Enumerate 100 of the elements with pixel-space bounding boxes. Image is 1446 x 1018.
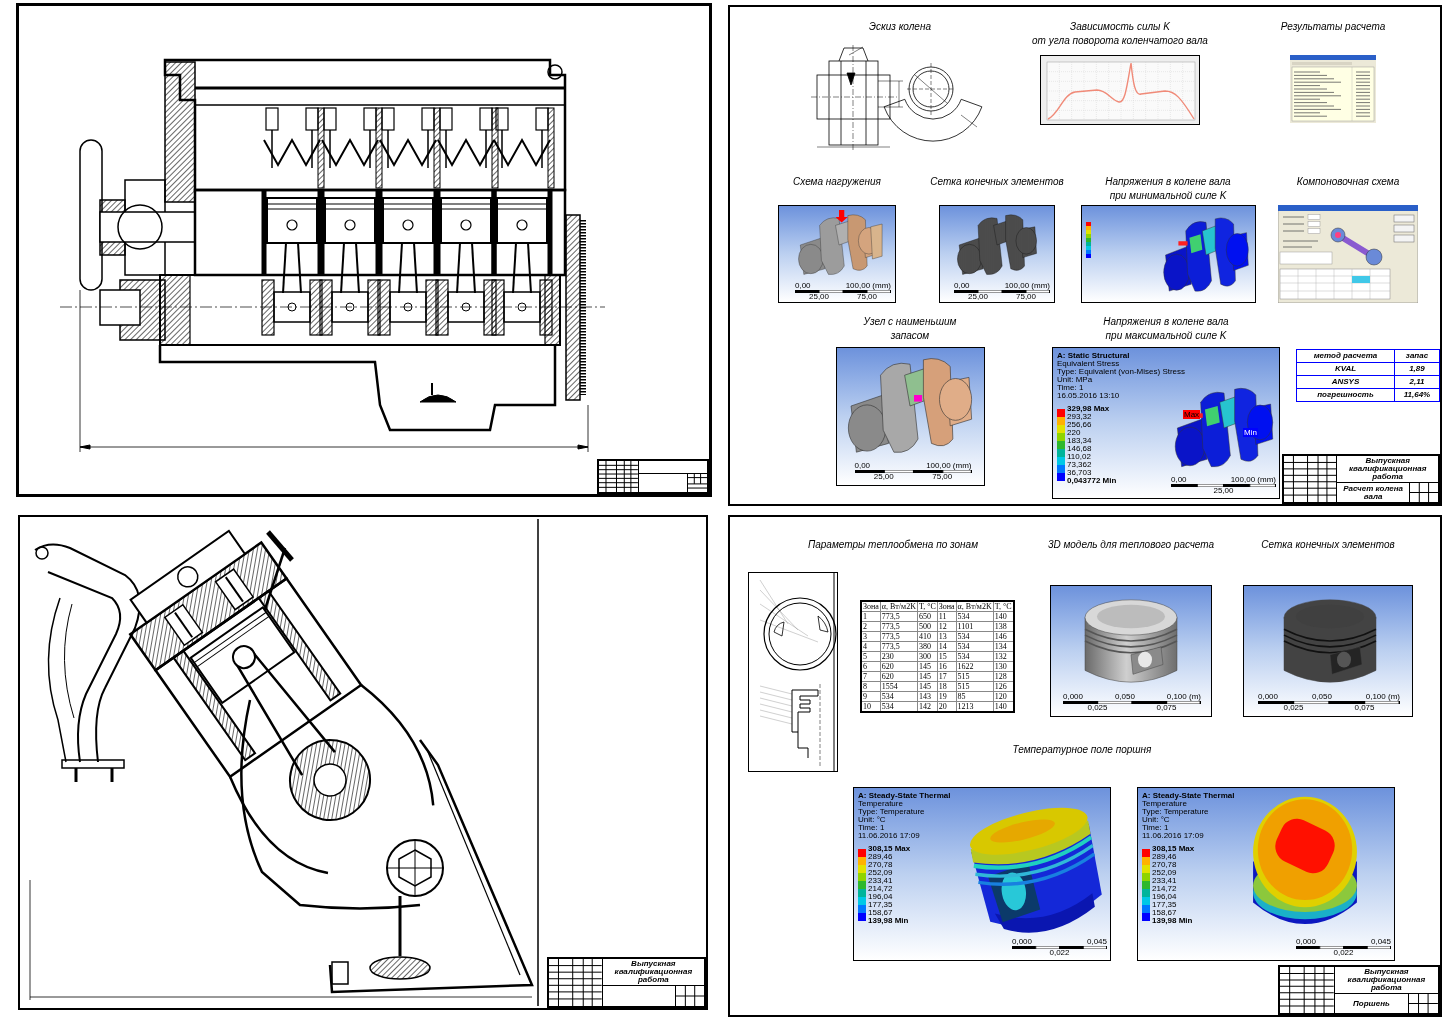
table-cell: 17: [937, 671, 957, 682]
table-cell: 145: [917, 671, 938, 682]
figure-title: Параметры теплообмена по зонам: [807, 538, 979, 552]
scale-label: 75,00: [932, 473, 953, 481]
column-header: T, °C: [917, 601, 938, 612]
plot-header-text: Time: 1: [1142, 824, 1170, 832]
table-cell: 534: [880, 691, 918, 702]
table-cell: 8: [861, 681, 881, 692]
column-header: T, °C: [993, 601, 1014, 612]
table-cell: 534: [956, 611, 994, 622]
table-cell: 14: [937, 641, 957, 652]
plot-header-text: Temperature: [1142, 800, 1187, 808]
plot-header-text: A: Static Structural: [1057, 352, 1131, 360]
table-cell: 1213: [956, 701, 994, 712]
table-cell: 145: [917, 681, 938, 692]
scale-label: 25,00: [873, 473, 894, 481]
scale-label: 100,00 (mm): [845, 282, 891, 290]
table-cell: 11: [937, 611, 957, 622]
table-cell: 2,11: [1394, 375, 1440, 389]
table-cell: 1,89: [1394, 362, 1440, 376]
table-cell: 13: [937, 631, 957, 642]
legend-label: 233,41: [1152, 877, 1178, 885]
table-cell: 18: [937, 681, 957, 692]
table-cell: 15: [937, 651, 957, 662]
scale-label: 75,00: [1016, 293, 1036, 301]
scale-label: 0,050: [1311, 693, 1332, 701]
scale-label: 100,00 (mm): [1004, 282, 1050, 290]
legend-label: 196,04: [868, 893, 894, 901]
table-cell: 20: [937, 701, 957, 712]
plot-header-text: Unit: MPa: [1057, 376, 1093, 384]
column-header: Зона: [861, 601, 881, 612]
legend-label: 256,66: [1067, 421, 1093, 429]
legend-label: 73,362: [1067, 461, 1093, 469]
legend-label: 214,72: [1152, 885, 1178, 893]
table-cell: 773,5: [880, 631, 918, 642]
scale-label: 0,000: [1063, 693, 1084, 701]
table-cell: 534: [880, 701, 918, 712]
scale-label: 0,025: [1283, 704, 1304, 712]
table-cell: 132: [993, 651, 1014, 662]
table-cell: 85: [956, 691, 994, 702]
column-header: запас: [1394, 349, 1440, 363]
legend-label: 177,35: [1152, 901, 1178, 909]
legend-label: 177,35: [868, 901, 894, 909]
legend-label: 146,68: [1067, 445, 1093, 453]
table-cell: ANSYS: [1296, 375, 1395, 389]
table-cell: 500: [917, 621, 938, 632]
max-marker: Max: [1183, 410, 1201, 419]
table-cell: 515: [956, 671, 994, 682]
legend-label: 158,67: [868, 909, 894, 917]
legend-label: 252,09: [868, 869, 894, 877]
legend-label: 293,32: [1067, 413, 1093, 421]
legend-label: 329,98 Max: [1067, 405, 1111, 413]
legend-label: 183,34: [1067, 437, 1093, 445]
figure-title: 3D модель для теплового расчета: [1047, 538, 1215, 552]
table-cell: 534: [956, 631, 994, 642]
scale-label: 25,00: [1213, 487, 1234, 495]
scale-label: 0,00: [854, 462, 871, 470]
scale-label: 0,00: [1171, 476, 1187, 484]
table-cell: 650: [917, 611, 938, 622]
table-cell: 380: [917, 641, 938, 652]
plot-header-text: A: Steady-State Thermal: [858, 792, 951, 800]
table-cell: 5: [861, 651, 881, 662]
column-header: α, Вт/м2K: [956, 601, 994, 612]
legend-label: 289,46: [868, 853, 894, 861]
plot-header-text: Time: 1: [1057, 384, 1085, 392]
table-cell: 19: [937, 691, 957, 702]
scale-label: 0,075: [1354, 704, 1375, 712]
table-cell: 16: [937, 661, 957, 672]
table-cell: 10: [861, 701, 881, 712]
table-cell: 126: [993, 681, 1014, 692]
table-cell: KVAL: [1296, 362, 1395, 376]
scale-label: 0,045: [1370, 938, 1391, 946]
legend-label: 158,67: [1152, 909, 1178, 917]
figure-title: Эскиз колена: [869, 20, 931, 34]
figure-title: Результаты расчета: [1280, 20, 1386, 34]
table-cell: 620: [880, 671, 918, 682]
legend-label: 110,02: [1067, 453, 1092, 461]
legend-label: 308,15 Max: [868, 845, 911, 853]
legend-label: 220: [1067, 429, 1082, 437]
table-cell: 3: [861, 631, 881, 642]
plot-header-text: Unit: °C: [1142, 816, 1170, 824]
plot-header-text: Type: Equivalent (von-Mises) Stress: [1057, 368, 1186, 376]
table-cell: 128: [993, 671, 1014, 682]
scale-label: 0,100 (m): [1166, 693, 1201, 701]
title-block-title: Поршень: [1353, 999, 1390, 1008]
scale-label: 0,000: [1012, 938, 1033, 946]
table-cell: 9: [861, 691, 881, 702]
scale-label: 0,045: [1086, 938, 1107, 946]
table-cell: 773,5: [880, 641, 918, 652]
table-cell: 300: [917, 651, 938, 662]
scale-label: 25,00: [968, 293, 988, 301]
table-cell: 1: [861, 611, 881, 622]
table-cell: 1101: [956, 621, 994, 632]
column-header: Зона: [937, 601, 957, 612]
title-block-heading: Выпускная квалификационная работа: [1347, 457, 1428, 481]
legend-label: 36,703: [1067, 469, 1093, 477]
figure-title: Напряжения в колене вала при максимальной силе K: [1103, 315, 1229, 343]
plot-header-text: Unit: °C: [858, 816, 886, 824]
table-cell: 143: [917, 691, 938, 702]
scale-label: 0,075: [1156, 704, 1177, 712]
